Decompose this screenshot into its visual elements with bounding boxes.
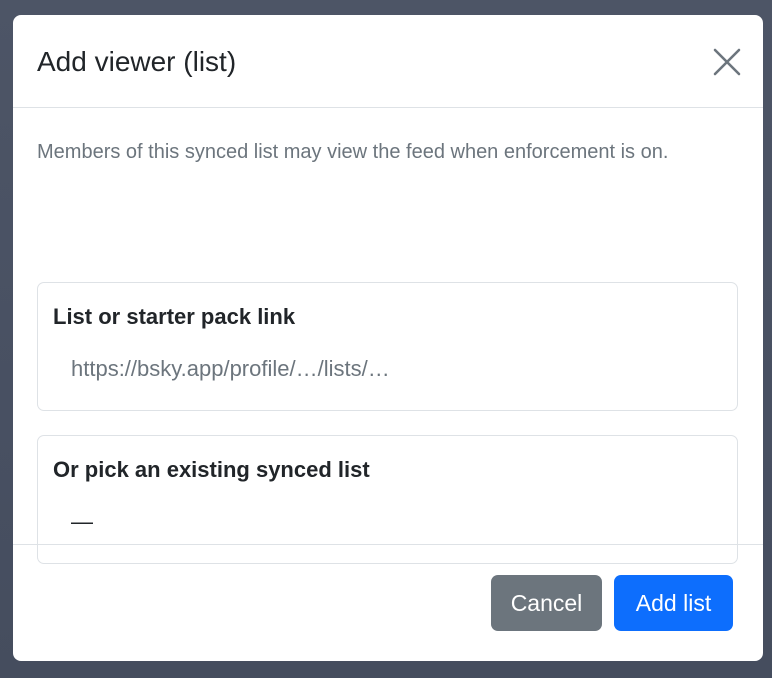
list-link-input[interactable]	[53, 345, 723, 393]
dialog-title: Add viewer (list)	[37, 46, 237, 77]
dialog-footer: Cancel Add list	[13, 544, 763, 661]
dialog-body: Members of this synced list may view the…	[13, 108, 763, 564]
list-link-label: List or starter pack link	[53, 304, 296, 329]
cancel-button[interactable]: Cancel	[491, 575, 602, 631]
close-button[interactable]	[711, 46, 743, 78]
list-link-card: List or starter pack link	[37, 282, 738, 411]
add-list-button[interactable]: Add list	[614, 575, 733, 631]
help-text: Members of this synced list may view the…	[37, 141, 669, 163]
dialog-header: Add viewer (list)	[13, 15, 763, 108]
synced-list-select[interactable]: —	[53, 498, 723, 546]
add-viewer-dialog: Add viewer (list) Members of this synced…	[13, 15, 763, 661]
close-icon	[713, 48, 741, 76]
synced-list-label: Or pick an existing synced list	[53, 457, 370, 482]
